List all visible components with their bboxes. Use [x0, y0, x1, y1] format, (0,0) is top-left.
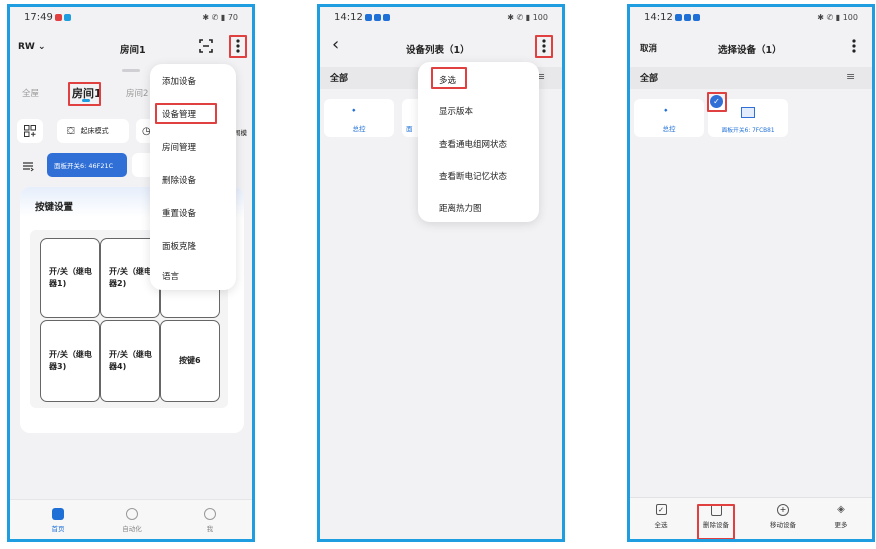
phone-screen-select-devices: 14:12 ✱ ✆ ▮ 100 取消 选择设备（1） 全部 ≡ ⬩ 总控 面板开… [627, 4, 875, 542]
highlight-box [535, 35, 553, 58]
select-all-icon: ✓ [655, 504, 667, 515]
tab-whole-house[interactable]: 全屋 [22, 87, 39, 99]
menu-add-device[interactable]: 添加设备 [150, 75, 236, 87]
menu-show-version[interactable]: 显示版本 [418, 105, 539, 117]
key-tile-4[interactable]: 开/关（继电器4) [100, 320, 160, 402]
filter-all[interactable]: 全部 [330, 71, 348, 84]
key-tile-1[interactable]: 开/关（继电器1) [40, 238, 100, 318]
status-bar: 14:12 ✱ ✆ ▮ 100 [320, 7, 562, 27]
menu-distance-heatmap[interactable]: 距离热力图 [418, 202, 539, 214]
move-icon: + [777, 504, 789, 516]
select-all-button[interactable]: ✓ 全选 [636, 504, 686, 529]
hamburger-icon[interactable]: ≡ [846, 70, 855, 83]
menu-panel-clone[interactable]: 面板克隆 [150, 240, 236, 252]
nav-label: 首页 [51, 525, 65, 533]
nav-label: 自动化 [122, 525, 142, 533]
profile-icon [204, 508, 216, 520]
phone-screen-device-list: 14:12 ✱ ✆ ▮ 100 ‹ 设备列表（1） 全部 ≡ ⬩ 总控 面 多选… [317, 4, 565, 542]
page-title: 房间1 [120, 45, 146, 56]
filter-bar [630, 67, 872, 89]
notification-icon [683, 13, 691, 21]
key-tile-3[interactable]: 开/关（继电器3) [40, 320, 100, 402]
status-indicators: ✱ ✆ ▮ 100 [507, 12, 548, 22]
notification-icon [373, 13, 381, 21]
notification-icon [382, 13, 390, 21]
bed-icon: ⛋ [67, 125, 75, 137]
home-icon [52, 508, 64, 520]
status-time: 17:49 [24, 11, 53, 23]
nav-automation[interactable]: 自动化 [112, 508, 152, 533]
device-label: 总控 [662, 125, 676, 133]
more-menu-button[interactable] [846, 36, 862, 58]
scene-wakeup-button[interactable]: ⛋ 起床模式 [57, 119, 129, 143]
notification-icon [692, 13, 700, 21]
device-label: 面板开关6: 7FCB81 [721, 128, 775, 134]
tab-room2[interactable]: 房间2 [126, 87, 148, 99]
control-icon: ⬩ [664, 105, 668, 116]
menu-delete-device[interactable]: 删除设备 [150, 174, 236, 186]
notification-icon [63, 13, 71, 21]
highlight-box [68, 82, 101, 106]
status-bar: 14:12 ✱ ✆ ▮ 100 [630, 7, 872, 27]
control-icon: ⬩ [352, 105, 356, 116]
menu-room-management[interactable]: 房间管理 [150, 141, 236, 153]
status-time: 14:12 [644, 11, 673, 23]
key-tile-6[interactable]: 按键6 [160, 320, 220, 402]
highlight-box [155, 103, 217, 124]
toolbar-label: 更多 [834, 521, 848, 529]
status-time: 14:12 [334, 11, 363, 23]
more-button[interactable]: ◈ 更多 [816, 504, 866, 529]
cancel-button[interactable]: 取消 [640, 42, 657, 54]
dropdown-menu: 添加设备 设备管理 房间管理 删除设备 重置设备 面板克隆 语言 [150, 64, 236, 290]
notification-icon [54, 13, 62, 21]
account-label: RW [18, 42, 35, 52]
bottom-toolbar: ✓ 全选 删除设备 + 移动设备 ◈ 更多 [630, 497, 872, 539]
list-menu-icon[interactable] [22, 160, 34, 172]
panel-switch-icon [741, 107, 755, 118]
nav-label: 我 [206, 525, 214, 533]
nav-me[interactable]: 我 [190, 508, 230, 533]
menu-language[interactable]: 语言 [150, 270, 236, 282]
layers-icon: ◈ [837, 504, 845, 515]
move-device-button[interactable]: + 移动设备 [758, 504, 808, 529]
notification-icon [674, 13, 682, 21]
status-indicators: ✱ ✆ ▮ 100 [817, 12, 858, 22]
toolbar-label: 全选 [654, 521, 668, 529]
automation-icon [126, 508, 138, 520]
device-chip[interactable]: 面板开关6: 46F21C [47, 153, 127, 177]
device-label: 总控 [352, 125, 366, 133]
chevron-down-icon: ⌄ [38, 42, 46, 52]
status-bar: 17:49 ✱ ✆ ▮ 70 [10, 7, 252, 27]
back-arrow-icon[interactable]: ‹ [332, 34, 339, 55]
device-label: 面 [406, 125, 413, 133]
phone-screen-home: 17:49 ✱ ✆ ▮ 70 RW ⌄ 房间1 全屋 房间1 房间2 ⛋ 起床模… [7, 4, 255, 542]
highlight-box [697, 504, 735, 539]
highlight-box [229, 35, 247, 58]
drag-handle[interactable] [122, 69, 140, 72]
account-selector[interactable]: RW ⌄ [18, 42, 46, 52]
scan-icon[interactable] [198, 38, 214, 54]
menu-power-network-status[interactable]: 查看通电组网状态 [418, 138, 539, 150]
nav-home[interactable]: 首页 [38, 508, 78, 533]
filter-all[interactable]: 全部 [640, 71, 658, 84]
menu-power-off-memory[interactable]: 查看断电记忆状态 [418, 170, 539, 182]
bottom-nav: 首页 自动化 我 [10, 499, 252, 539]
status-indicators: ✱ ✆ ▮ 70 [202, 12, 238, 22]
device-card-master[interactable]: ⬩ 总控 [324, 99, 394, 137]
highlight-box [431, 67, 467, 89]
scene-label: 起床模式 [80, 127, 109, 135]
grid-view-button[interactable] [17, 119, 43, 143]
highlight-box [707, 92, 727, 112]
page-title: 设备列表（1） [406, 45, 470, 56]
section-title: 按键设置 [35, 202, 74, 213]
notification-icon [364, 13, 372, 21]
menu-reset-device[interactable]: 重置设备 [150, 207, 236, 219]
page-title: 选择设备（1） [718, 45, 782, 56]
toolbar-label: 移动设备 [770, 521, 796, 529]
device-card-master[interactable]: ⬩ 总控 [634, 99, 704, 137]
grid-icon [24, 125, 36, 137]
